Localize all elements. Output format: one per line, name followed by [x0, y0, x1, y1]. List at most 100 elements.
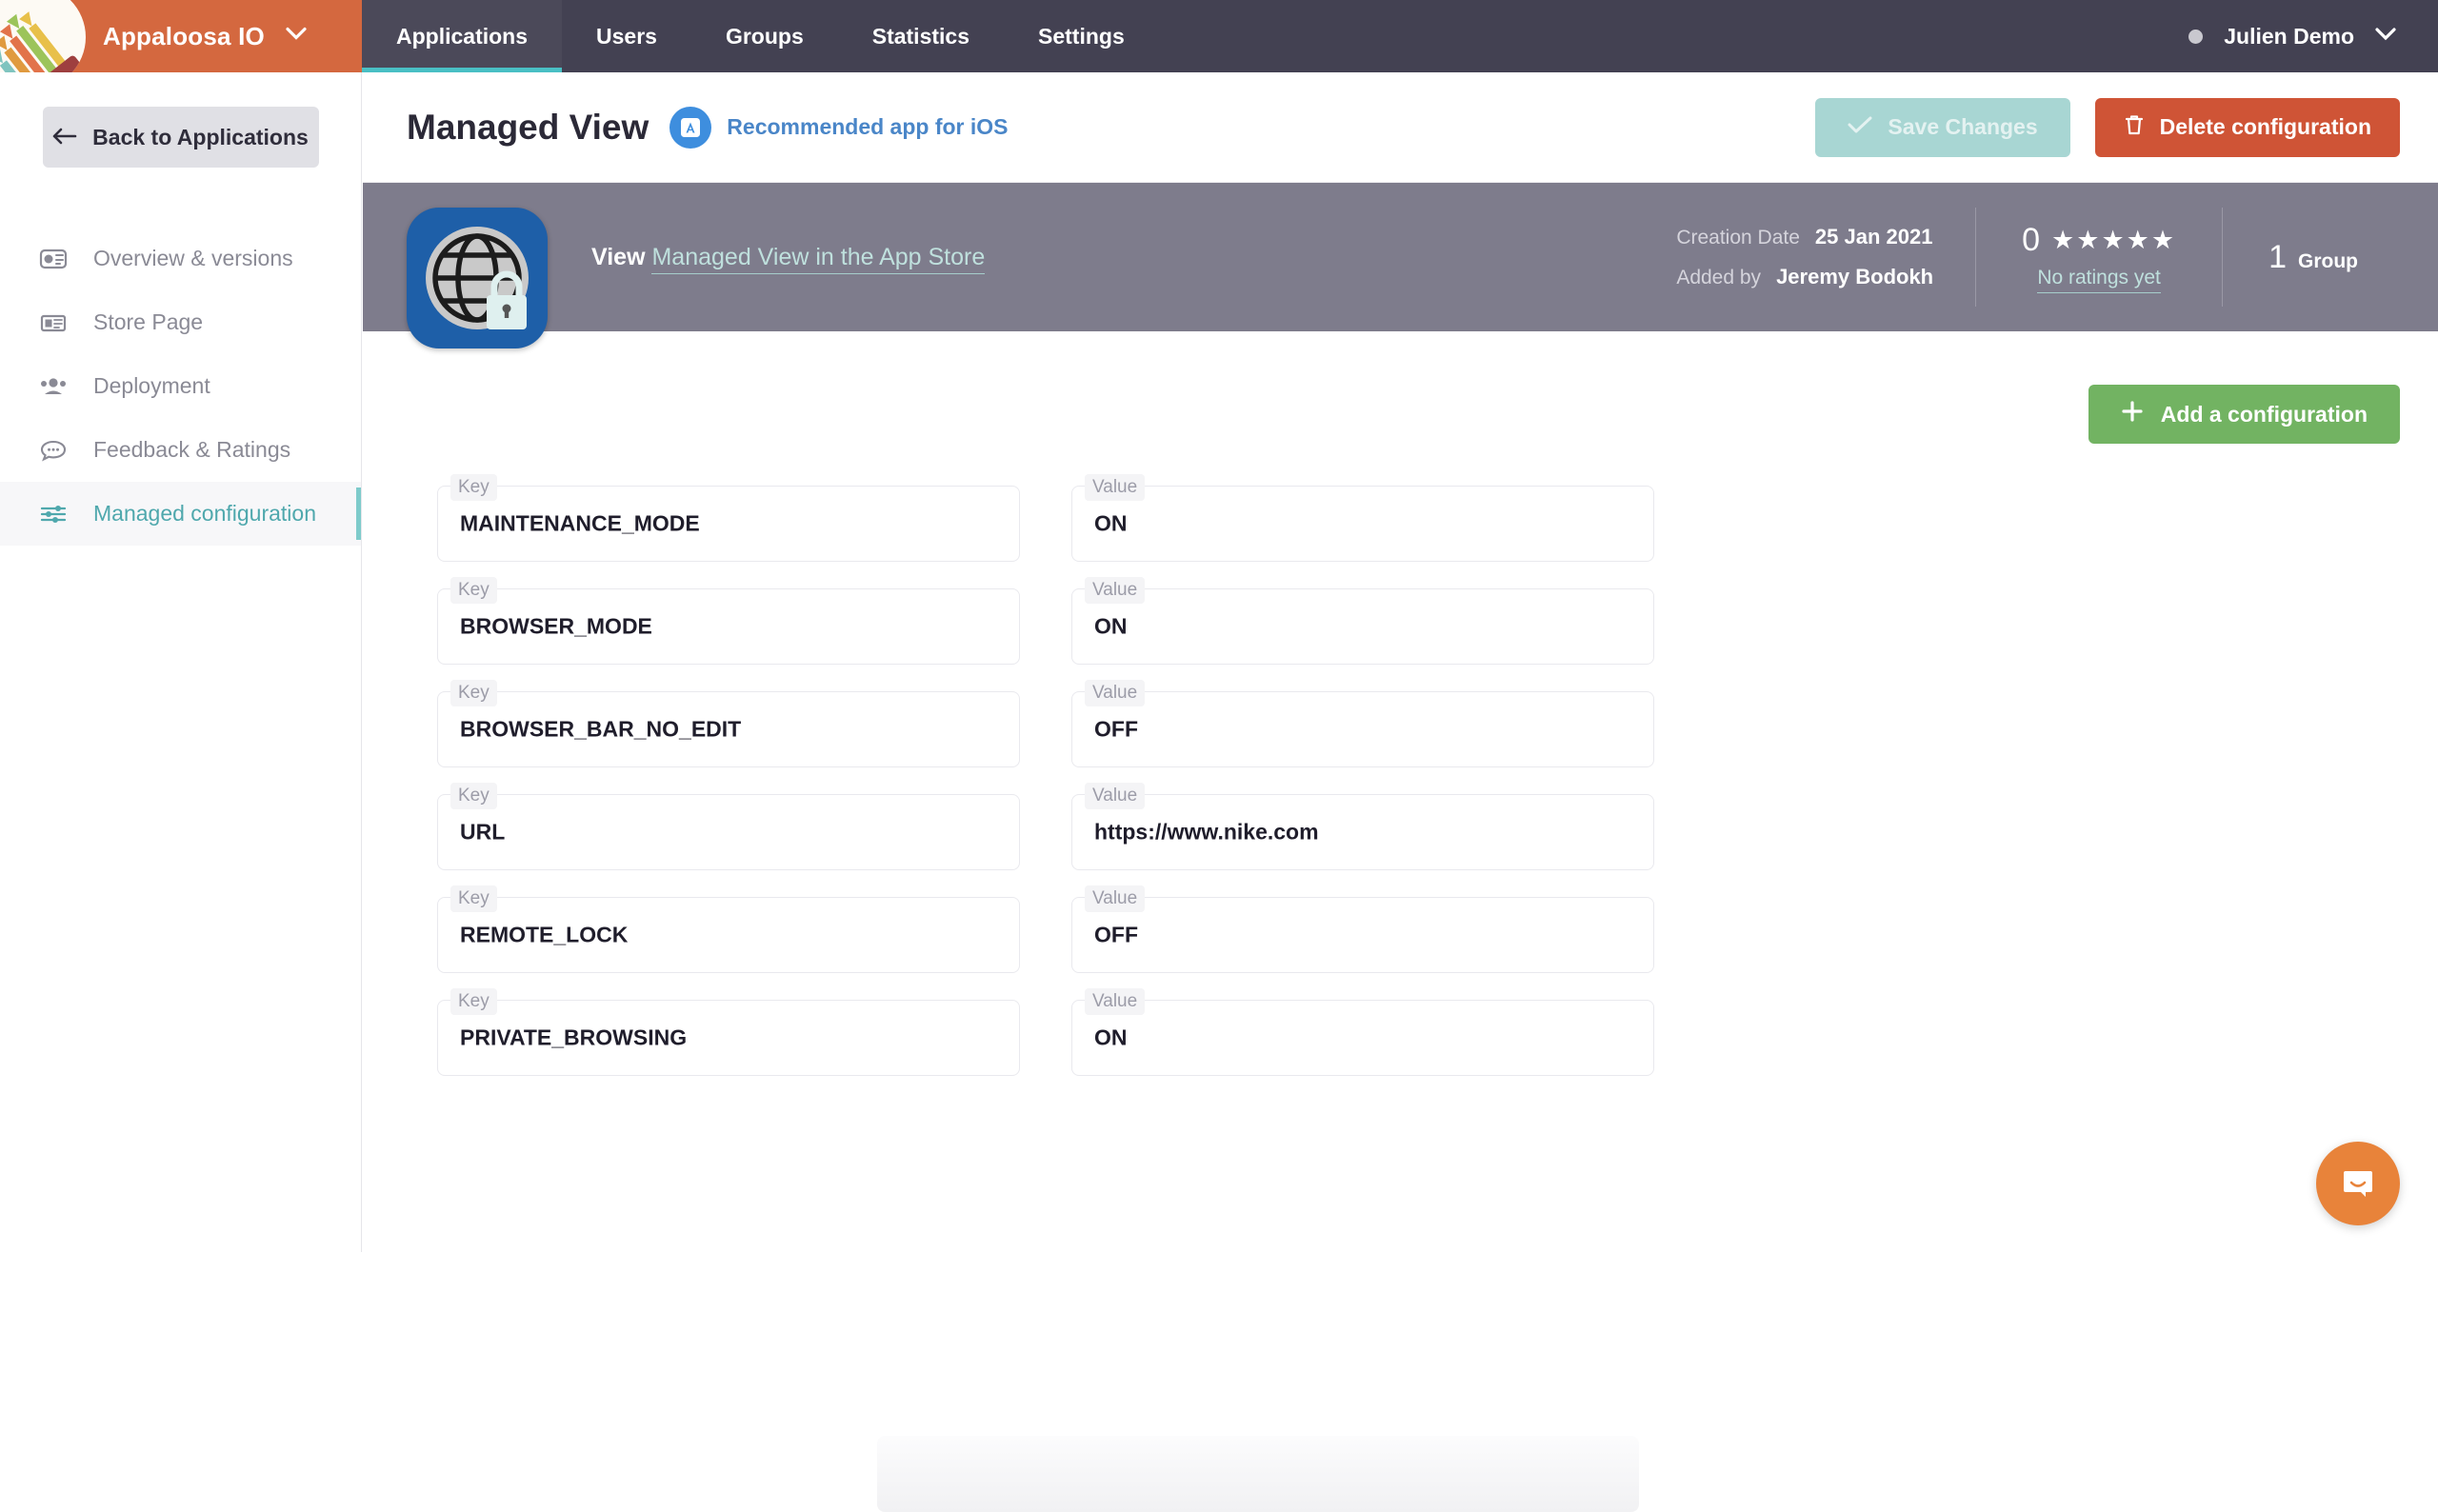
- user-menu[interactable]: Julien Demo: [2188, 0, 2438, 72]
- group-count-label: Group: [2298, 250, 2358, 273]
- sidebar-item-label: Deployment: [93, 373, 210, 399]
- app-store-link-line: View Managed View in the App Store: [591, 244, 985, 271]
- partially-visible-card: [877, 1436, 1639, 1512]
- sidebar-item-overview-versions[interactable]: Overview & versions: [0, 227, 361, 290]
- delete-configuration-button[interactable]: Delete configuration: [2095, 98, 2400, 157]
- org-name-label: Appaloosa IO: [103, 22, 265, 51]
- recommended-app-label: Recommended app for iOS: [727, 114, 1008, 140]
- value-field-value: ON: [1094, 511, 1128, 537]
- value-field-value: OFF: [1094, 923, 1138, 948]
- value-field[interactable]: Value ON: [1071, 1000, 1654, 1076]
- app-store-link[interactable]: Managed View in the App Store: [651, 244, 985, 274]
- field-border: [1071, 691, 1654, 767]
- tab-label: Applications: [396, 24, 528, 50]
- save-changes-button[interactable]: Save Changes: [1815, 98, 2069, 157]
- sidebar-item-label: Store Page: [93, 309, 203, 335]
- sidebar-item-label: Feedback & Ratings: [93, 437, 290, 463]
- added-by-value: Jeremy Bodokh: [1776, 257, 1933, 297]
- sidebar-item-store-page[interactable]: Store Page: [0, 290, 361, 354]
- configuration-row: Key PRIVATE_BROWSING Value ON: [437, 1000, 2400, 1076]
- chevron-down-icon[interactable]: [286, 28, 307, 46]
- sliders-icon: [38, 500, 69, 528]
- value-field-value: ON: [1094, 1025, 1128, 1051]
- key-field[interactable]: Key MAINTENANCE_MODE: [437, 486, 1020, 562]
- no-ratings-link[interactable]: No ratings yet: [2037, 267, 2161, 293]
- field-border: [1071, 1000, 1654, 1076]
- chevron-down-icon[interactable]: [2375, 28, 2396, 46]
- tab-applications[interactable]: Applications: [362, 0, 562, 72]
- key-field-value: REMOTE_LOCK: [460, 923, 628, 948]
- add-configuration-button[interactable]: Add a configuration: [2088, 385, 2400, 444]
- banner-info-block: Creation Date 25 Jan 2021 Added by Jerem…: [1634, 208, 1975, 307]
- sidebar-item-managed-configuration[interactable]: Managed configuration: [0, 482, 361, 546]
- key-field[interactable]: Key REMOTE_LOCK: [437, 897, 1020, 973]
- tab-settings[interactable]: Settings: [1004, 0, 1159, 72]
- gauge-icon: [38, 245, 69, 273]
- value-field-label: Value: [1085, 577, 1145, 604]
- key-field-label: Key: [450, 885, 497, 912]
- sidebar-item-feedback-ratings[interactable]: Feedback & Ratings: [0, 418, 361, 482]
- plus-icon: [2121, 400, 2144, 428]
- sidebar-item-label: Managed configuration: [93, 501, 316, 527]
- key-field-label: Key: [450, 474, 497, 501]
- tab-statistics[interactable]: Statistics: [838, 0, 1004, 72]
- chat-bubble-icon: [38, 436, 69, 465]
- back-to-applications-button[interactable]: Back to Applications: [43, 107, 319, 168]
- configuration-list: Key MAINTENANCE_MODE Value ON Key BROWSE…: [401, 486, 2400, 1076]
- check-icon: [1848, 114, 1872, 140]
- key-field[interactable]: Key PRIVATE_BROWSING: [437, 1000, 1020, 1076]
- configuration-row: Key REMOTE_LOCK Value OFF: [437, 897, 2400, 973]
- app-banner: View Managed View in the App Store Creat…: [363, 183, 2438, 331]
- creation-date-label: Creation Date: [1676, 219, 1800, 257]
- delete-configuration-label: Delete configuration: [2160, 114, 2371, 140]
- key-field-value: BROWSER_BAR_NO_EDIT: [460, 717, 741, 743]
- sidebar-item-deployment[interactable]: Deployment: [0, 354, 361, 418]
- tab-label: Settings: [1038, 24, 1125, 50]
- key-field[interactable]: Key BROWSER_MODE: [437, 588, 1020, 665]
- save-changes-label: Save Changes: [1888, 114, 2037, 140]
- group-count-value: 1: [2268, 239, 2287, 276]
- sidebar-nav: Overview & versions Store Page Deploymen…: [0, 227, 361, 546]
- view-prefix-label: View: [591, 244, 646, 270]
- value-field-label: Value: [1085, 988, 1145, 1015]
- configuration-row: Key BROWSER_MODE Value ON: [437, 588, 2400, 665]
- header-actions: Save Changes Delete configuration: [1815, 98, 2400, 157]
- tab-label: Statistics: [872, 24, 969, 50]
- tab-users[interactable]: Users: [562, 0, 691, 72]
- chat-launcher-icon: [2337, 1162, 2379, 1206]
- value-field-value: OFF: [1094, 717, 1138, 743]
- globe-lock-icon: [407, 208, 548, 348]
- tab-groups[interactable]: Groups: [691, 0, 838, 72]
- field-border: [1071, 588, 1654, 665]
- group-count-block: 1 Group: [2223, 239, 2400, 276]
- key-field[interactable]: Key BROWSER_BAR_NO_EDIT: [437, 691, 1020, 767]
- tab-label: Groups: [726, 24, 804, 50]
- chat-launcher-button[interactable]: [2316, 1142, 2400, 1225]
- field-border: [437, 794, 1020, 870]
- value-field[interactable]: Value ON: [1071, 588, 1654, 665]
- value-field-label: Value: [1085, 474, 1145, 501]
- add-configuration-row: Add a configuration: [401, 331, 2400, 444]
- value-field[interactable]: Value https://www.nike.com: [1071, 794, 1654, 870]
- key-field-value: PRIVATE_BROWSING: [460, 1025, 687, 1051]
- sidebar: Back to Applications Overview & versions…: [0, 72, 362, 1252]
- value-field[interactable]: Value OFF: [1071, 691, 1654, 767]
- field-border: [1071, 486, 1654, 562]
- rating-row: 0 ★★★★★: [2022, 222, 2176, 259]
- org-selector[interactable]: Appaloosa IO: [0, 0, 362, 72]
- sidebar-item-label: Overview & versions: [93, 246, 293, 271]
- back-button-label: Back to Applications: [92, 125, 309, 150]
- value-field-value: ON: [1094, 614, 1128, 640]
- top-navigation-bar: Appaloosa IO Applications Users Groups S…: [0, 0, 2438, 72]
- configuration-row: Key URL Value https://www.nike.com: [437, 794, 2400, 870]
- primary-nav-tabs: Applications Users Groups Statistics Set…: [362, 0, 1159, 72]
- key-field[interactable]: Key URL: [437, 794, 1020, 870]
- key-field-label: Key: [450, 988, 497, 1015]
- value-field[interactable]: Value ON: [1071, 486, 1654, 562]
- field-border: [1071, 897, 1654, 973]
- added-by-row: Added by Jeremy Bodokh: [1676, 257, 1933, 297]
- banner-meta: Creation Date 25 Jan 2021 Added by Jerem…: [1634, 183, 2438, 331]
- added-by-label: Added by: [1676, 259, 1761, 297]
- value-field[interactable]: Value OFF: [1071, 897, 1654, 973]
- key-field-label: Key: [450, 680, 497, 706]
